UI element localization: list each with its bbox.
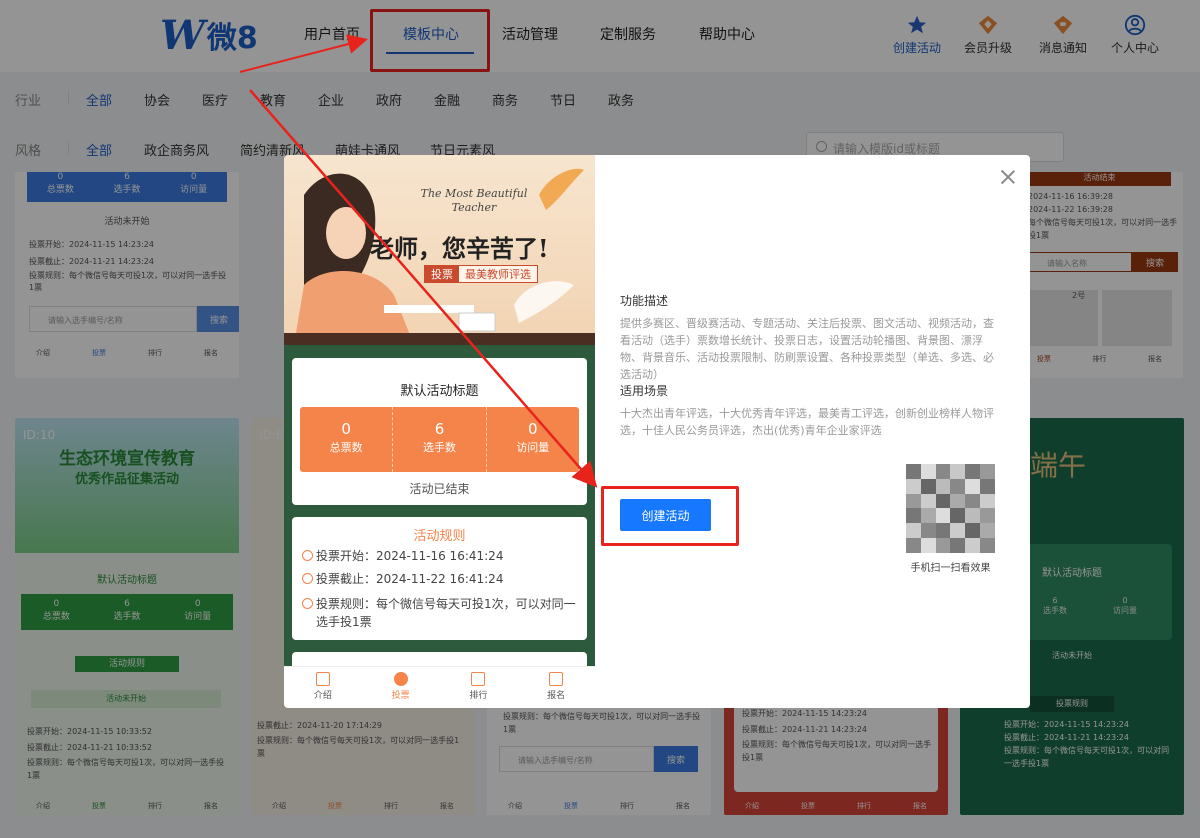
clock-icon (302, 573, 313, 584)
preview-rules-title: 活动规则 (413, 529, 466, 544)
qr-caption: 手机扫一扫看效果 (910, 563, 991, 574)
signup-icon (549, 672, 564, 686)
preview-tab-label: 介绍 (313, 691, 332, 701)
feature-title: 功能描述 (620, 294, 669, 308)
preview-tab-bar: 介绍 投票 排行 报名 (284, 666, 595, 708)
preview-stat: 6 选手数 (393, 407, 487, 472)
preview-rule: 投票规则：每个微信号每天可投1次，可以对同一选手投1票 (302, 595, 577, 631)
stat-label: 访问量 (516, 441, 550, 454)
stat-value: 0 (341, 420, 351, 438)
scene-title: 适用场景 (620, 384, 669, 398)
preview-banner-title: 老师，您辛苦了! (370, 234, 549, 263)
qr-code (906, 464, 995, 553)
stat-label: 选手数 (422, 441, 456, 454)
stat-value: 0 (528, 420, 538, 438)
preview-banner-tag-text: 最美教师评选 (465, 268, 531, 281)
preview-tab-rank[interactable]: 排行 (440, 667, 518, 708)
preview-rules-box: 活动规则 投票开始：2024-11-16 16:41:24 投票截止：2024-… (292, 517, 587, 640)
preview-info-box: 默认活动标题 0 总票数 6 选手数 0 访问量 活动已结束 (292, 358, 587, 505)
preview-activity-title: 默认活动标题 (400, 384, 479, 399)
preview-tab-label: 排行 (469, 691, 488, 701)
preview-banner-english-line: Teacher (451, 201, 497, 214)
preview-stat: 0 访问量 (487, 407, 579, 472)
preview-tab-label: 投票 (391, 691, 410, 701)
preview-tab-vote[interactable]: 投票 (362, 667, 440, 708)
preview-rule: 投票开始：2024-11-16 16:41:24 (302, 547, 577, 565)
preview-banner-english-line: The Most Beautiful (420, 187, 528, 200)
stat-value: 6 (434, 420, 445, 438)
template-preview: The Most Beautiful Teacher 老师，您辛苦了! 投票 最… (284, 155, 595, 708)
preview-rule-text: 投票截止：2024-11-22 16:41:24 (316, 572, 504, 586)
preview-stat: 0 总票数 (300, 407, 394, 472)
preview-rule-text: 投票规则：每个微信号每天可投1次，可以对同一选手投1票 (316, 597, 576, 629)
info-icon (302, 598, 313, 609)
preview-banner-tag-vote: 投票 (425, 266, 459, 282)
preview-banner-tag: 投票 最美教师评选 (424, 265, 538, 283)
vote-icon (393, 672, 408, 686)
preview-tab-signup[interactable]: 报名 (517, 667, 595, 708)
scene-description: 十大杰出青年评选，十大优秀青年评选，最美青工评选，创新创业榜样人物评选，十佳人民… (620, 407, 994, 437)
preview-stats: 0 总票数 6 选手数 0 访问量 (300, 407, 579, 472)
stat-label: 总票数 (329, 441, 363, 454)
preview-status: 活动已结束 (409, 482, 470, 496)
feature-description: 提供多赛区、晋级赛活动、专题活动、关注后投票、图文活动、视频活动，查看活动（选手… (620, 317, 994, 381)
template-detail-modal: The Most Beautiful Teacher 老师，您辛苦了! 投票 最… (284, 155, 1030, 708)
close-icon[interactable] (1000, 169, 1016, 185)
preview-banner-english: The Most Beautiful Teacher (419, 187, 529, 215)
preview-banner: The Most Beautiful Teacher 老师，您辛苦了! 投票 最… (284, 155, 595, 345)
preview-tab-intro[interactable]: 介绍 (284, 667, 362, 708)
clock-icon (302, 550, 313, 561)
annotation-box-create (601, 486, 739, 546)
preview-rule: 投票截止：2024-11-22 16:41:24 (302, 570, 577, 588)
rank-icon (471, 672, 486, 686)
intro-icon (315, 672, 330, 686)
preview-rule-text: 投票开始：2024-11-16 16:41:24 (316, 549, 504, 563)
preview-tab-label: 报名 (547, 691, 566, 701)
